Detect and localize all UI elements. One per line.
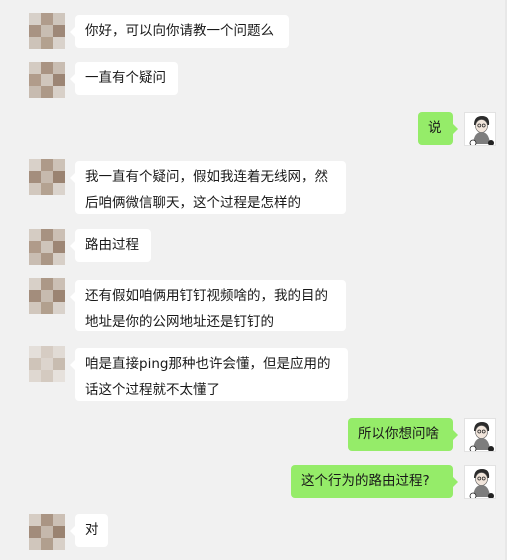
message-bubble[interactable]: 所以你想问啥 [348,418,458,451]
message-bubble[interactable]: 这个行为的路由过程? [291,465,458,498]
message-bubble[interactable]: 咱是直接ping那种也许会懂，但是应用的 话这个过程就不太懂了 [70,348,348,401]
contact-avatar-icon[interactable] [29,13,65,49]
message-bubble[interactable]: 还有假如咱俩用钉钉视频啥的，我的目的 地址是你的公网地址还是钉钉的 [70,280,346,331]
my-avatar-icon[interactable] [464,418,496,452]
contact-avatar-icon[interactable] [29,159,65,195]
contact-avatar-icon[interactable] [29,346,65,382]
contact-avatar-icon[interactable] [29,62,65,98]
my-avatar-icon[interactable] [464,465,496,499]
message-bubble[interactable]: 你好，可以向你请教一个问题么 [70,15,289,48]
message-bubble[interactable]: 对 [70,514,108,547]
message-bubble[interactable]: 路由过程 [70,229,151,262]
message-bubble[interactable]: 我一直有个疑问，假如我连着无线网，然 后咱俩微信聊天，这个过程是怎样的 [70,161,346,214]
message-bubble[interactable]: 一直有个疑问 [70,62,178,95]
contact-avatar-icon[interactable] [29,514,65,550]
message-bubble[interactable]: 说 [418,112,458,145]
contact-avatar-icon[interactable] [29,278,65,314]
my-avatar-icon[interactable] [464,112,496,146]
contact-avatar-icon[interactable] [29,229,65,265]
